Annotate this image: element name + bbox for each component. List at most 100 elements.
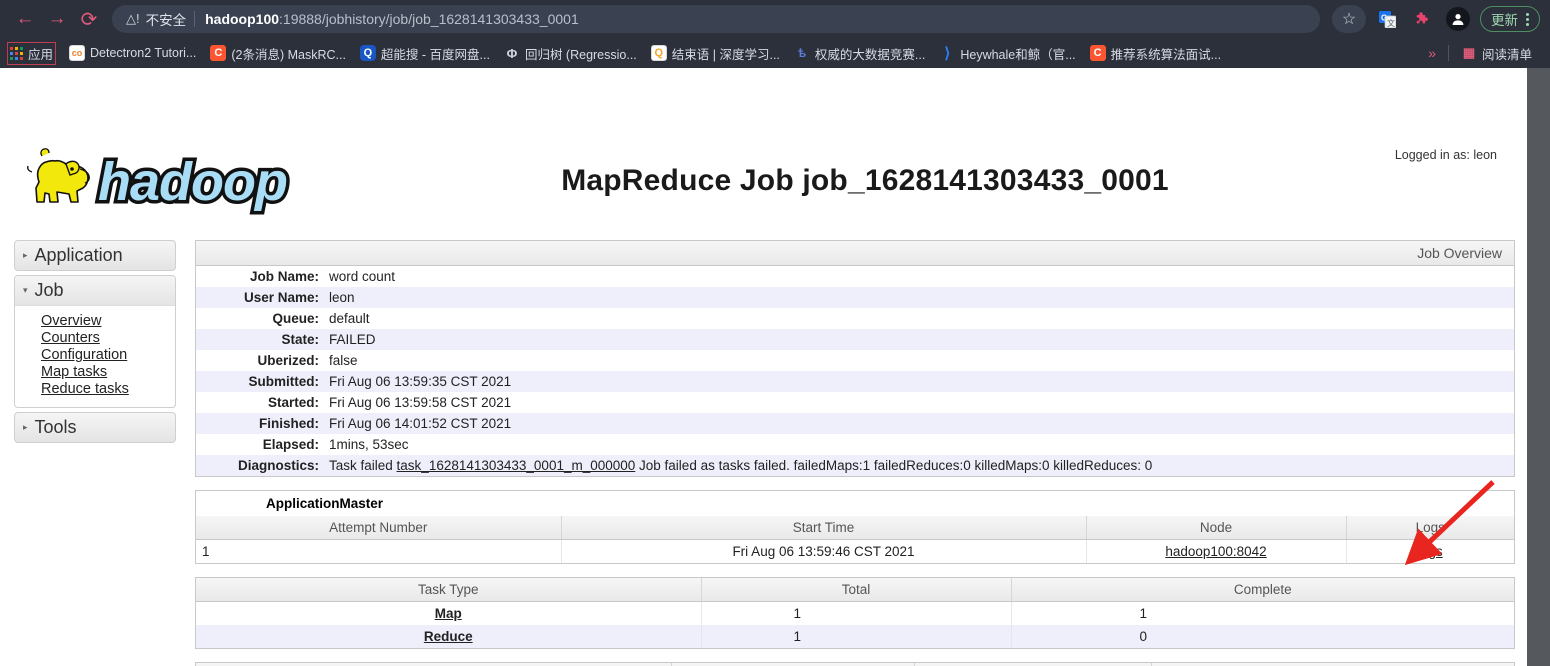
sidebar-item-counters[interactable]: Counters	[41, 330, 175, 347]
reading-list-label[interactable]: 阅读清单	[1482, 44, 1532, 63]
row-key: Job Name:	[249, 269, 319, 284]
diagnostics-prefix: Task failed	[329, 458, 397, 473]
sidebar-item-configuration[interactable]: Configuration	[41, 347, 175, 364]
sidebar-item-reduce-tasks[interactable]: Reduce tasks	[41, 381, 175, 398]
reading-list-icon: ▦	[1462, 45, 1476, 60]
profile-avatar-icon[interactable]	[1446, 7, 1470, 31]
task-summary-rows: Task Type Total Complete Map 1 1 Reduce …	[196, 578, 1514, 648]
chevron-double-right-icon[interactable]: »	[1428, 45, 1436, 61]
table-row: 1 Fri Aug 06 13:59:46 CST 2021 hadoop100…	[196, 539, 1514, 563]
bookmark-item-recsys-interview[interactable]: C 推荐系统算法面试...	[1089, 44, 1221, 63]
row-key: User Name:	[243, 290, 319, 305]
failed-task-link[interactable]: task_1628141303433_0001_m_000000	[397, 458, 636, 473]
cell-task-type: Reduce	[196, 625, 702, 648]
bookmark-star-icon[interactable]: ☆	[1332, 5, 1366, 33]
sidebar-group-tools[interactable]: ▸ Tools	[14, 412, 176, 443]
update-button[interactable]: 更新	[1480, 6, 1540, 32]
zhihu-icon: Φ	[506, 45, 518, 61]
logs-link[interactable]: logs	[1418, 544, 1443, 559]
cell-complete: 1	[1139, 606, 1148, 621]
bookmark-item-deep-learning[interactable]: Q 结束语 | 深度学习...	[650, 44, 780, 63]
sidebar-group-job-header[interactable]: ▾ Job	[15, 276, 175, 306]
cell-start-time: Fri Aug 06 13:59:46 CST 2021	[561, 539, 1087, 563]
reduce-tasks-link[interactable]: Reduce	[424, 629, 473, 644]
page-scrollbar-gutter[interactable]	[1527, 68, 1550, 666]
sidebar-group-label: Application	[34, 245, 123, 265]
table-row: Elapsed: 1mins, 53sec	[196, 434, 1514, 455]
three-dot-menu-icon[interactable]	[1522, 12, 1533, 26]
extensions-puzzle-icon[interactable]	[1408, 4, 1438, 34]
forward-button[interactable]: →	[42, 4, 72, 34]
column-header-start-time[interactable]: Start Time	[561, 516, 1087, 540]
row-key: Submitted:	[248, 374, 320, 389]
svg-text:hadoop: hadoop	[98, 152, 287, 212]
datafountain-icon: ѣ	[797, 46, 807, 60]
bookmark-item-bigdata-competition[interactable]: ѣ 权威的大数据竞赛...	[794, 44, 926, 63]
row-key: State:	[281, 332, 319, 347]
bookmark-label: 回归树 (Regressio...	[524, 47, 637, 62]
warning-triangle-icon: △!	[126, 11, 140, 26]
heywhale-icon: ⟩	[944, 45, 951, 62]
cell-node: hadoop100:8042	[1086, 539, 1347, 563]
update-button-label: 更新	[1491, 13, 1518, 28]
bookmark-item-heywhale[interactable]: ⟩ Heywhale和鲸（官...	[939, 44, 1075, 63]
address-bar[interactable]: △! 不安全 hadoop100:19888/jobhistory/job/jo…	[112, 5, 1320, 33]
sidebar-group-job: ▾ Job Overview Counters Configuration Ma…	[14, 275, 176, 408]
column-header-node[interactable]: Node	[1086, 516, 1347, 540]
csdn-icon: C	[1089, 45, 1106, 61]
back-button[interactable]: ←	[10, 4, 40, 34]
table-row: Finished: Fri Aug 06 14:01:52 CST 2021	[196, 413, 1514, 434]
omnibox-divider	[194, 11, 196, 27]
row-value: false	[329, 353, 358, 368]
hadoop-logo[interactable]: hadoop hadoop	[14, 142, 324, 222]
hadoop-wordmark: hadoop hadoop	[95, 149, 292, 216]
table-row: Uberized: false	[196, 350, 1514, 371]
bookmarks-bar-right: » ▦ 阅读清单	[1428, 44, 1542, 63]
apps-grid-icon	[10, 46, 23, 60]
row-key: Finished:	[259, 416, 319, 431]
sidebar-group-label: Tools	[34, 417, 77, 437]
table-row: Queue: default	[196, 308, 1514, 329]
row-value-state: FAILED	[329, 332, 376, 347]
column-header-total[interactable]: Total	[701, 578, 1012, 602]
csdn-icon: C	[210, 45, 227, 61]
bookmarks-bar: 应用 co Detectron2 Tutori... C (2条消息) Mask…	[0, 38, 1550, 68]
table-header-row: Task Type Total Complete	[196, 578, 1514, 602]
column-header-attempt-number[interactable]: Attempt Number	[196, 516, 562, 540]
bookmark-item-baidu-pan-search[interactable]: Q 超能搜 - 百度网盘...	[359, 44, 490, 63]
bookmark-item-maskrcnn[interactable]: C (2条消息) MaskRC...	[210, 44, 346, 63]
table-row: Started: Fri Aug 06 13:59:58 CST 2021	[196, 392, 1514, 413]
bookmark-item-regression-tree[interactable]: Φ 回归树 (Regressio...	[504, 44, 637, 63]
reload-button[interactable]: ⟳	[74, 4, 104, 34]
chevron-down-icon: ▾	[23, 285, 28, 295]
cell-total: 1	[701, 601, 1012, 625]
map-tasks-link[interactable]: Map	[435, 606, 462, 621]
browser-toolbar: ← → ⟳ △! 不安全 hadoop100:19888/jobhistory/…	[0, 0, 1550, 38]
column-header-task-type[interactable]: Task Type	[196, 578, 702, 602]
sidebar-group-application[interactable]: ▸ Application	[14, 240, 176, 271]
bookmark-label: 结束语 | 深度学习...	[671, 47, 780, 62]
cell-task-type: Map	[196, 601, 702, 625]
row-value: leon	[329, 290, 355, 305]
browser-chrome: ← → ⟳ △! 不安全 hadoop100:19888/jobhistory/…	[0, 0, 1550, 68]
sidebar: ▸ Application ▾ Job Overview Counters Co…	[14, 240, 176, 447]
column-header-complete[interactable]: Complete	[1011, 578, 1514, 602]
sidebar-group-label: Job	[34, 280, 64, 300]
sidebar-item-map-tasks[interactable]: Map tasks	[41, 364, 175, 381]
google-translate-icon[interactable]: G文	[1372, 4, 1402, 34]
cell-total: 1	[701, 625, 1012, 648]
bookmark-item-apps[interactable]: 应用	[6, 41, 57, 65]
bookmark-item-detectron2[interactable]: co Detectron2 Tutori...	[69, 45, 196, 61]
row-value: Fri Aug 06 14:01:52 CST 2021	[329, 416, 512, 431]
application-master-title: ApplicationMaster	[196, 491, 1514, 516]
sidebar-item-overview[interactable]: Overview	[41, 313, 175, 330]
url-host: hadoop100	[205, 11, 280, 27]
bookmark-label: 权威的大数据竞赛...	[814, 47, 926, 62]
diagnostics-suffix: Job failed as tasks failed. failedMaps:1…	[635, 458, 1153, 473]
node-link[interactable]: hadoop100:8042	[1165, 544, 1266, 559]
bookmark-label: 超能搜 - 百度网盘...	[380, 47, 490, 62]
job-overview-rows: Job Name: word count User Name: leon Que…	[196, 266, 1514, 476]
row-key: Elapsed:	[262, 437, 319, 452]
row-value-diagnostics: Task failed task_1628141303433_0001_m_00…	[326, 455, 1514, 476]
column-header-logs[interactable]: Logs	[1346, 516, 1514, 540]
